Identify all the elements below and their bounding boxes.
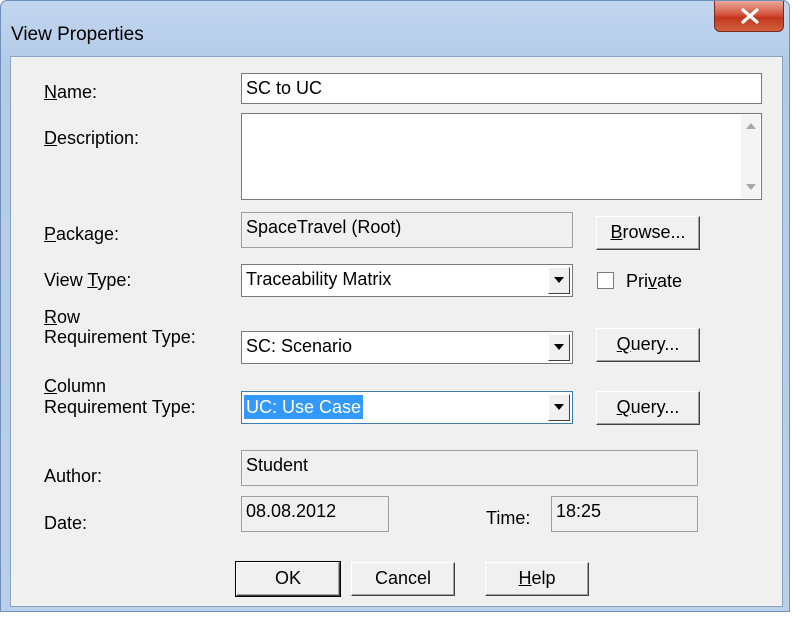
dialog-client-area: Name: SC to UC Description: Package: Spa…: [10, 56, 783, 607]
author-field: Student: [241, 450, 698, 486]
author-label: Author:: [44, 466, 103, 486]
chevron-down-icon[interactable]: [548, 334, 570, 361]
cancel-button[interactable]: Cancel: [351, 562, 455, 596]
column-requirement-select[interactable]: UC: Use Case: [241, 391, 573, 424]
private-checkbox[interactable]: [597, 272, 614, 289]
ok-button[interactable]: OK: [235, 561, 341, 597]
row-requirement-label: Row: [44, 307, 81, 327]
view-type-select[interactable]: Traceability Matrix: [241, 264, 573, 297]
column-query-button[interactable]: Query...: [596, 391, 700, 425]
description-label: Description:: [44, 128, 140, 148]
scroll-down-icon[interactable]: [746, 184, 756, 190]
package-label: Package:: [44, 224, 120, 244]
close-button[interactable]: [714, 1, 784, 32]
row-query-button[interactable]: Query...: [596, 328, 700, 362]
window-title: View Properties: [11, 24, 144, 45]
row-requirement-select[interactable]: SC: Scenario: [241, 331, 573, 364]
date-field: 08.08.2012: [241, 496, 389, 532]
column-requirement-label: Column: [44, 376, 107, 396]
description-scrollbar[interactable]: [741, 115, 760, 198]
chevron-down-icon[interactable]: [548, 394, 570, 421]
column-requirement-label-line2: Requirement Type:: [44, 397, 196, 417]
help-button[interactable]: Help: [485, 562, 589, 596]
dialog-window: View Properties Name: SC to UC Descripti…: [0, 0, 790, 612]
scroll-up-icon[interactable]: [746, 123, 756, 129]
name-input[interactable]: SC to UC: [241, 73, 762, 104]
time-field: 18:25: [551, 496, 698, 532]
chevron-down-icon[interactable]: [548, 267, 570, 294]
row-requirement-label-line2: Requirement Type:: [44, 327, 196, 347]
time-label: Time:: [486, 508, 531, 528]
private-label: Private: [626, 271, 683, 291]
date-label: Date:: [44, 513, 88, 533]
view-type-label: View Type:: [44, 270, 132, 290]
name-label: Name:: [44, 82, 98, 102]
close-icon: [741, 8, 759, 24]
package-field: SpaceTravel (Root): [241, 212, 573, 248]
description-textarea[interactable]: [241, 113, 762, 200]
browse-button[interactable]: Browse...: [596, 216, 700, 250]
